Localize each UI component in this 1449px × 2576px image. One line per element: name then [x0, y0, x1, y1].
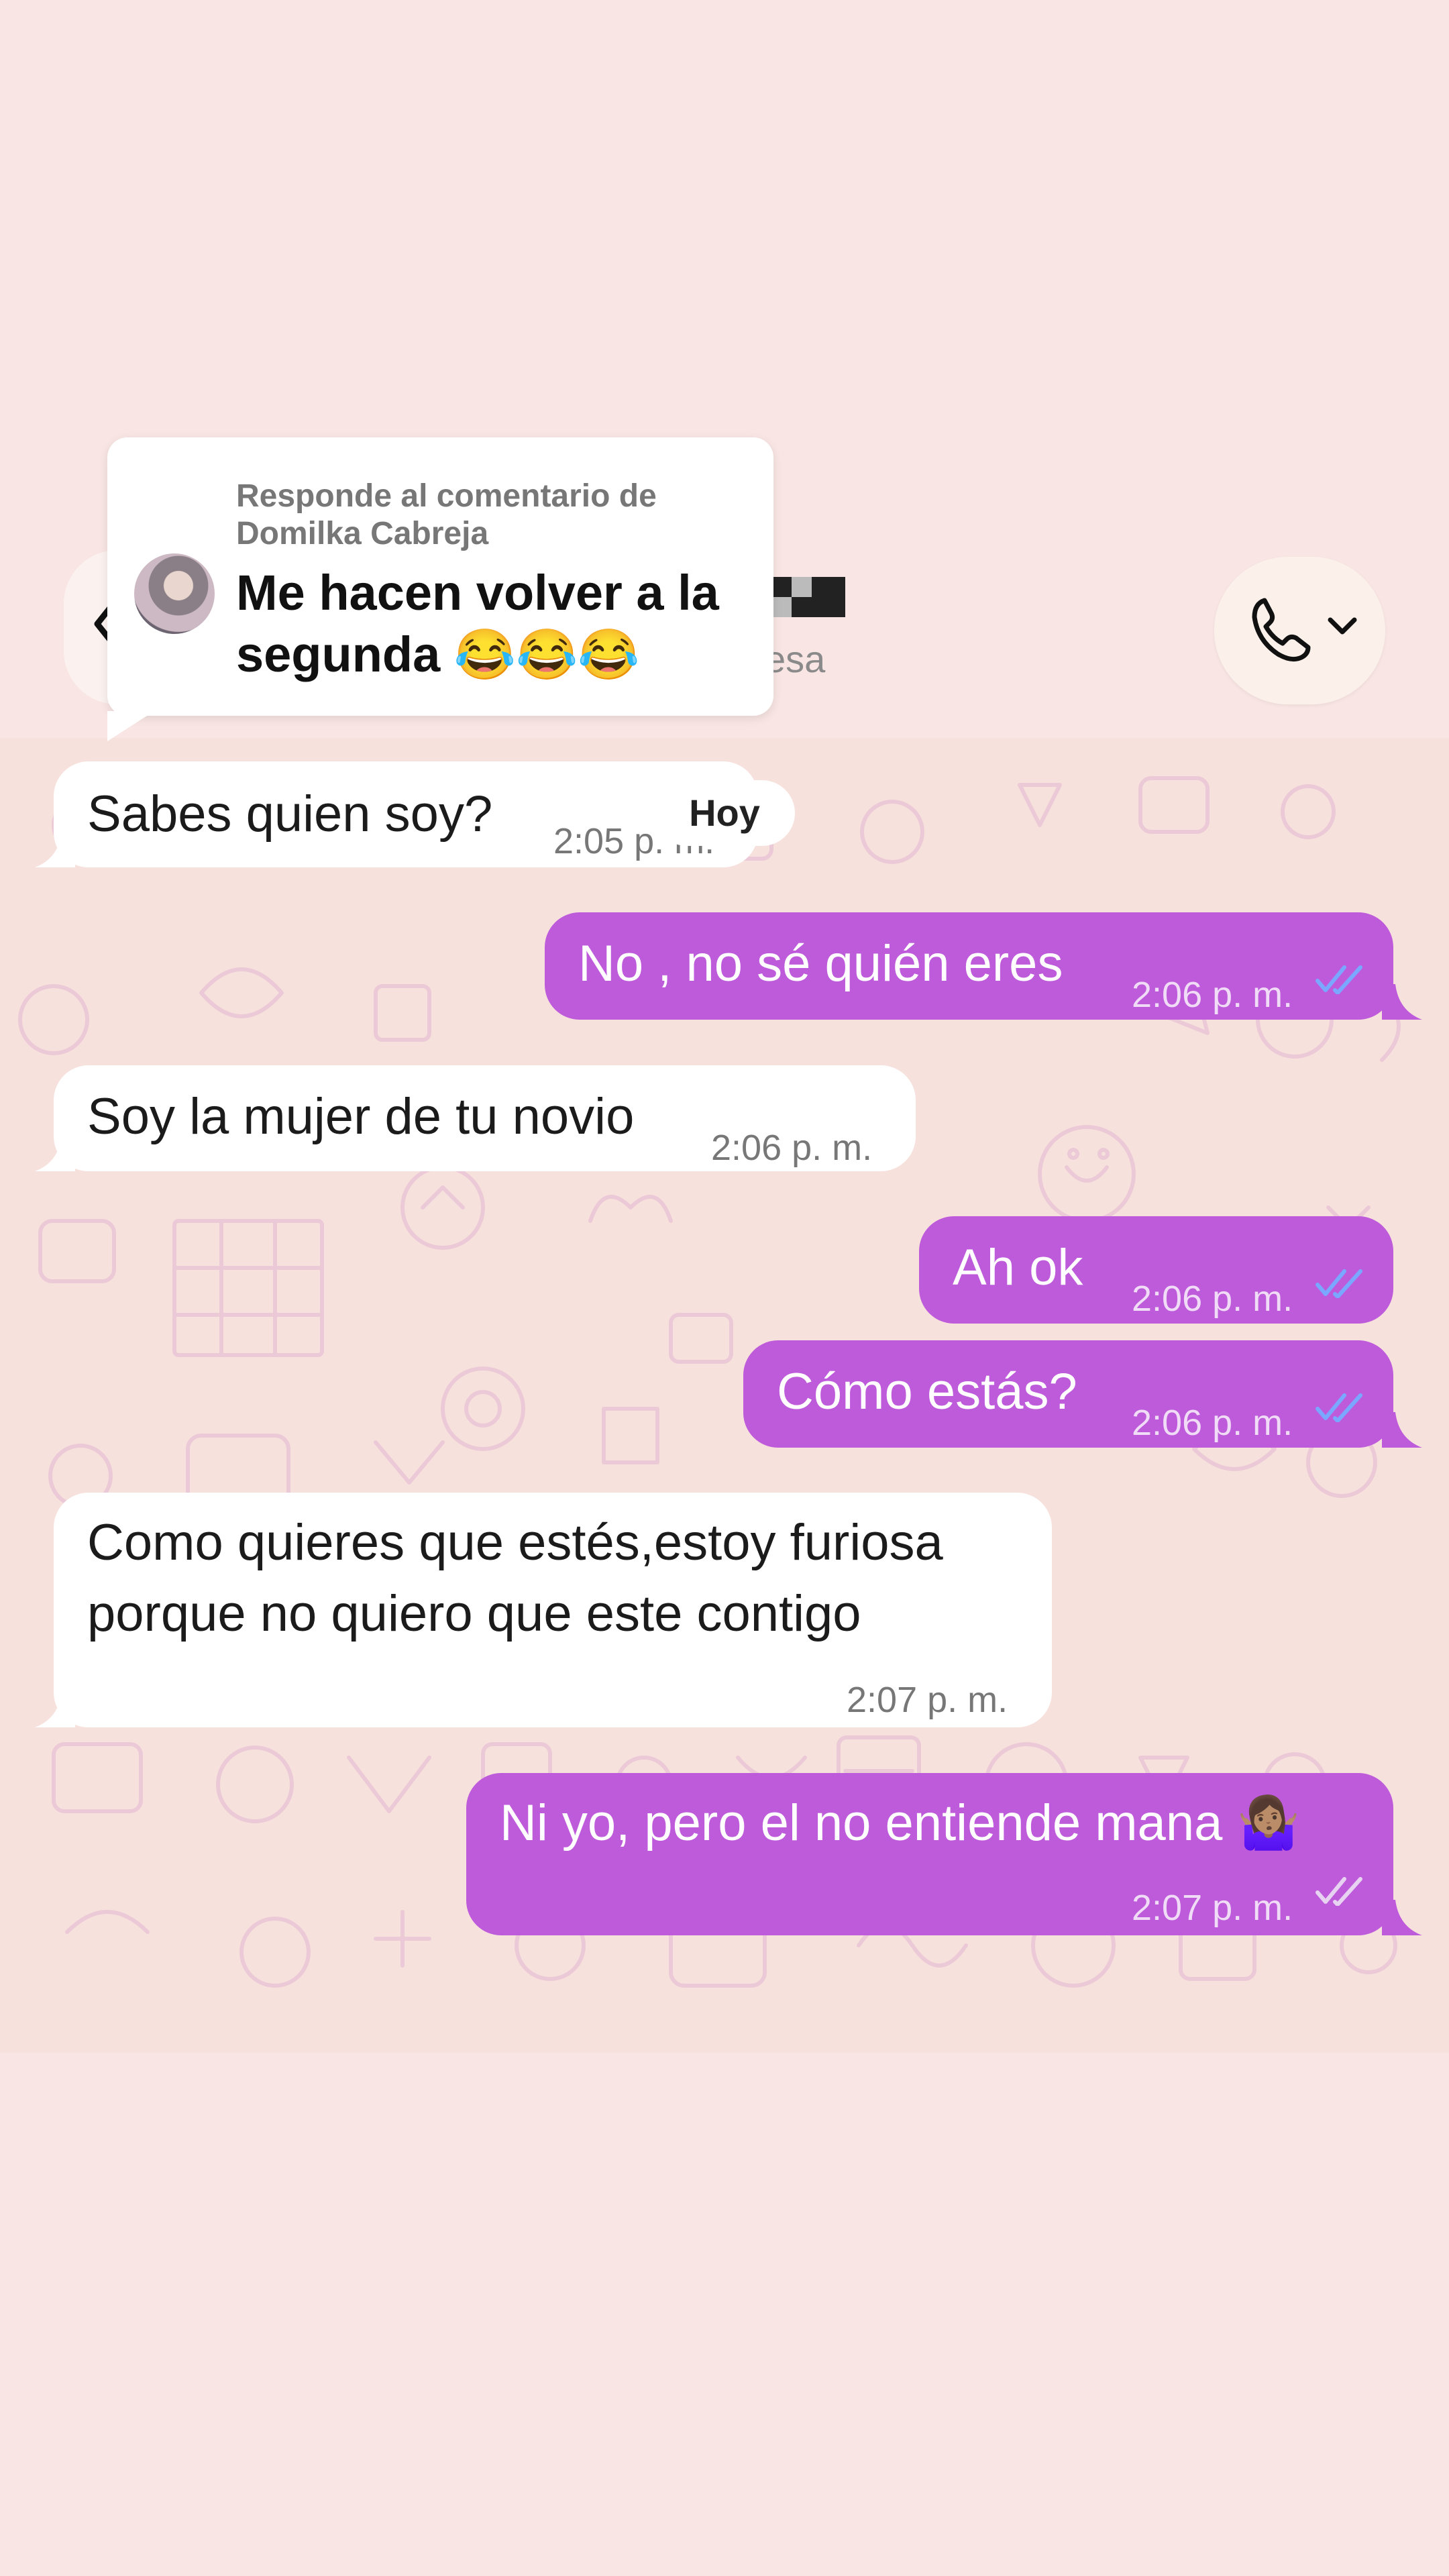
message-text: Ah ok: [953, 1239, 1083, 1296]
double-check-icon: [1316, 1269, 1362, 1298]
double-check-icon: [1316, 1877, 1362, 1906]
reply-meta: Responde al comentario de Domilka Cabrej…: [236, 478, 657, 551]
message-outgoing[interactable]: Cómo estás? 2:06 p. m.: [743, 1340, 1393, 1448]
message-outgoing[interactable]: Ah ok 2:06 p. m.: [919, 1216, 1393, 1324]
commenter-avatar: [134, 553, 215, 634]
message-text: Sabes quien soy?: [87, 786, 493, 843]
bubble-tail: [1382, 1900, 1422, 1935]
call-button[interactable]: [1214, 557, 1385, 704]
reply-comment-text: Me hacen volver a la segunda 😂😂😂: [236, 565, 719, 682]
message-text-line-1: Como quieres que estés,estoy furiosa: [87, 1514, 943, 1571]
message-outgoing[interactable]: No , no sé quién eres 2:06 p. m.: [545, 912, 1393, 1020]
chevron-down-icon: [1328, 617, 1357, 635]
message-text-line-2: porque no quiero que este contigo: [87, 1585, 861, 1642]
double-check-icon: [1316, 1393, 1362, 1422]
message-text: Cómo estás?: [777, 1363, 1077, 1420]
bubble-tail: [1382, 984, 1422, 1020]
contact-name-redacted: [771, 577, 845, 617]
phone-icon: [1252, 598, 1311, 662]
message-text: No , no sé quién eres: [578, 935, 1063, 992]
message-time: 2:06 p. m.: [711, 1128, 873, 1168]
message-incoming[interactable]: Soy la mujer de tu novio 2:06 p. m.: [54, 1065, 916, 1171]
contact-subtitle: esa: [765, 638, 826, 680]
message-time: 2:06 p. m.: [1132, 975, 1293, 1015]
message-incoming[interactable]: Como quieres que estés,estoy furiosa por…: [54, 1493, 1052, 1727]
message-text: Soy la mujer de tu novio: [87, 1088, 635, 1145]
bubble-tail: [1382, 1412, 1422, 1448]
reply-card-tail: [107, 711, 154, 741]
message-text: Ni yo, pero el no entiende mana 🤷🏽‍♀️: [500, 1794, 1301, 1851]
bubble-tail: [35, 1692, 75, 1727]
message-outgoing[interactable]: Ni yo, pero el no entiende mana 🤷🏽‍♀️ 2:…: [466, 1773, 1393, 1935]
message-time: 2:06 p. m.: [1132, 1403, 1293, 1443]
day-separator: Hoy: [654, 780, 795, 846]
message-time: 2:06 p. m.: [1132, 1279, 1293, 1319]
message-time: 2:07 p. m.: [1132, 1888, 1293, 1928]
message-incoming[interactable]: Sabes quien soy? 2:05 p. m.: [54, 761, 758, 867]
double-check-icon: [1316, 965, 1362, 994]
message-time: 2:07 p. m.: [847, 1680, 1008, 1720]
bubble-tail: [35, 832, 75, 867]
bubble-tail: [35, 1136, 75, 1171]
